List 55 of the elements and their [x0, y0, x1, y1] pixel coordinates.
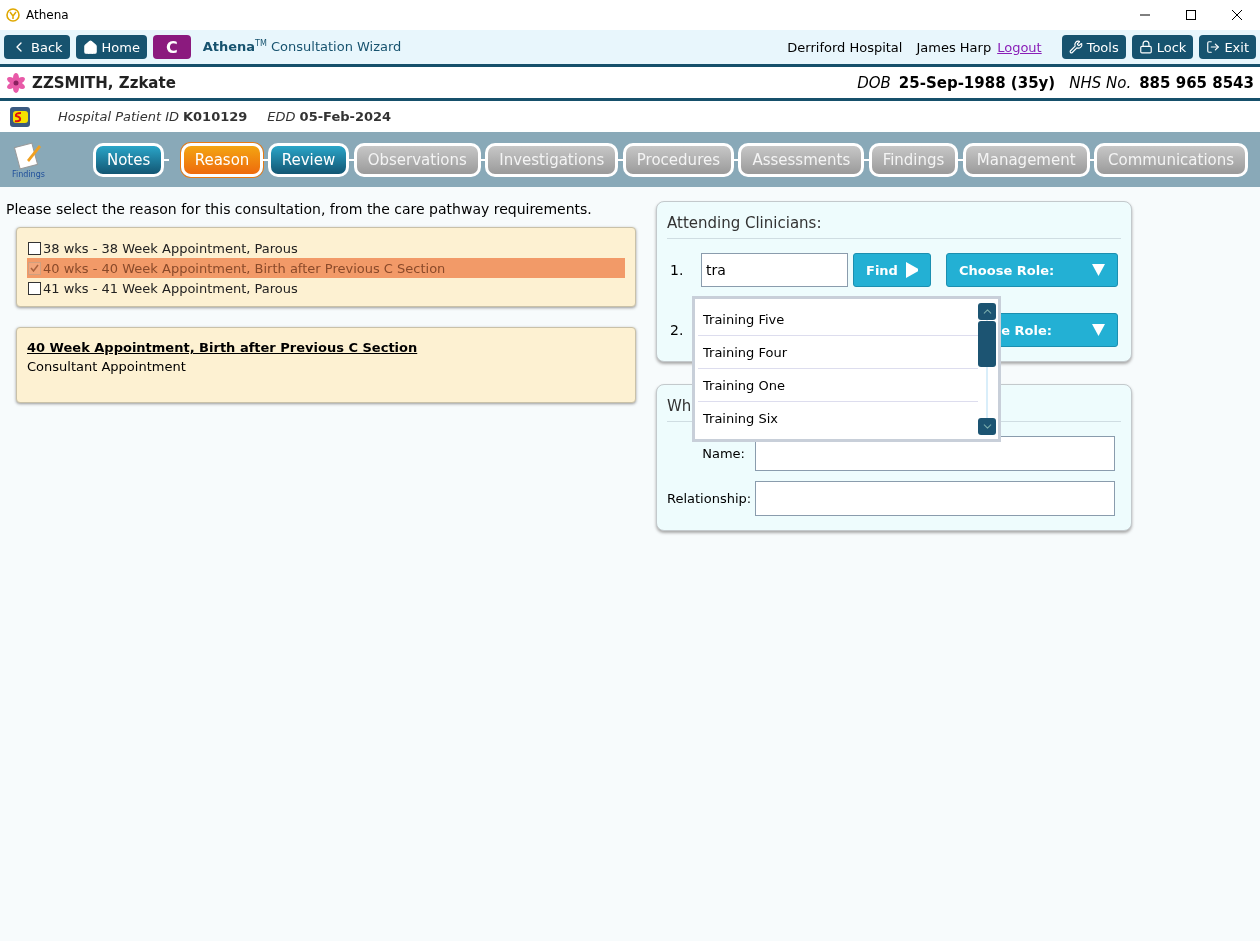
wrench-icon [1068, 40, 1083, 54]
clinician-search-field[interactable]: tra [701, 253, 848, 287]
close-icon [1232, 10, 1242, 20]
play-triangle-icon [905, 262, 918, 278]
edd-label: EDD [267, 109, 296, 124]
nhs-label: NHS No. [1069, 73, 1132, 92]
panel-title: Attending Clinicians: [667, 214, 1121, 239]
window-title: Athena [26, 8, 69, 22]
detail-title: 40 Week Appointment, Birth after Previous C Section [27, 340, 419, 355]
findings-caption: Findings [12, 170, 45, 179]
flower-icon [6, 72, 26, 93]
step-tab[interactable]: Review [267, 142, 350, 177]
dropdown-triangle-icon [1092, 324, 1105, 336]
field-label: Name: [701, 446, 746, 461]
dropdown-triangle-icon [1092, 264, 1105, 276]
checkbox[interactable] [28, 261, 41, 275]
row-number: 1. [669, 262, 685, 278]
nhs-value: 885 965 8543 [1139, 73, 1254, 92]
suggestion-item[interactable]: Training Five [698, 303, 978, 336]
edd-value: 05-Feb-2024 [299, 109, 392, 124]
app-logo-icon [6, 8, 20, 22]
suggestion-item[interactable]: Training Four [698, 336, 978, 370]
exit-button[interactable]: Exit [1199, 35, 1256, 59]
tools-button[interactable]: Tools [1061, 35, 1126, 59]
instruction-text: Please select the reason for this consultation, from the care pathway requirements. [6, 201, 593, 217]
field-label: Relationship: [667, 491, 753, 506]
home-icon [82, 39, 98, 55]
logout-link[interactable]: Logout [997, 39, 1042, 55]
suggestion-item[interactable]: Training One [698, 369, 978, 403]
minimize-icon [1140, 14, 1150, 16]
step-tab[interactable]: Notes [92, 142, 165, 177]
consultation-badge-button[interactable]: C [152, 35, 191, 59]
back-button[interactable]: Back [4, 35, 70, 59]
lock-button[interactable]: Lock [1131, 35, 1194, 59]
dob-label: DOB [857, 73, 891, 92]
patient-id-label: Hospital Patient ID [58, 109, 179, 124]
text-field[interactable] [755, 481, 1115, 516]
detail-subtitle: Consultant Appointment [27, 359, 187, 374]
patient-name: ZZSMITH, Zzkate [32, 73, 176, 92]
row-number: 2. [669, 322, 685, 338]
checkbox[interactable] [28, 241, 41, 255]
patient-id-value: K010129 [183, 109, 248, 124]
maximize-icon [1186, 10, 1196, 20]
home-button[interactable]: Home [75, 35, 147, 59]
user-name: James Harp [916, 39, 992, 55]
app-title: Athena$^{TM}$ Consultation Wizard [202, 39, 402, 55]
reason-option[interactable]: 41 wks - 41 Week Appointment, Parous [27, 278, 625, 298]
dob-value: 25-Sep-1988 (35y) [898, 73, 1056, 92]
notepad-pencil-icon [13, 140, 44, 170]
checkbox[interactable] [28, 281, 41, 295]
reason-option[interactable]: 38 wks - 38 Week Appointment, Parous [27, 238, 625, 258]
hospital-name: Derriford Hospital [787, 39, 903, 55]
scrollbar[interactable] [978, 303, 996, 435]
exit-door-icon [1206, 40, 1221, 54]
lock-icon [1138, 40, 1153, 54]
